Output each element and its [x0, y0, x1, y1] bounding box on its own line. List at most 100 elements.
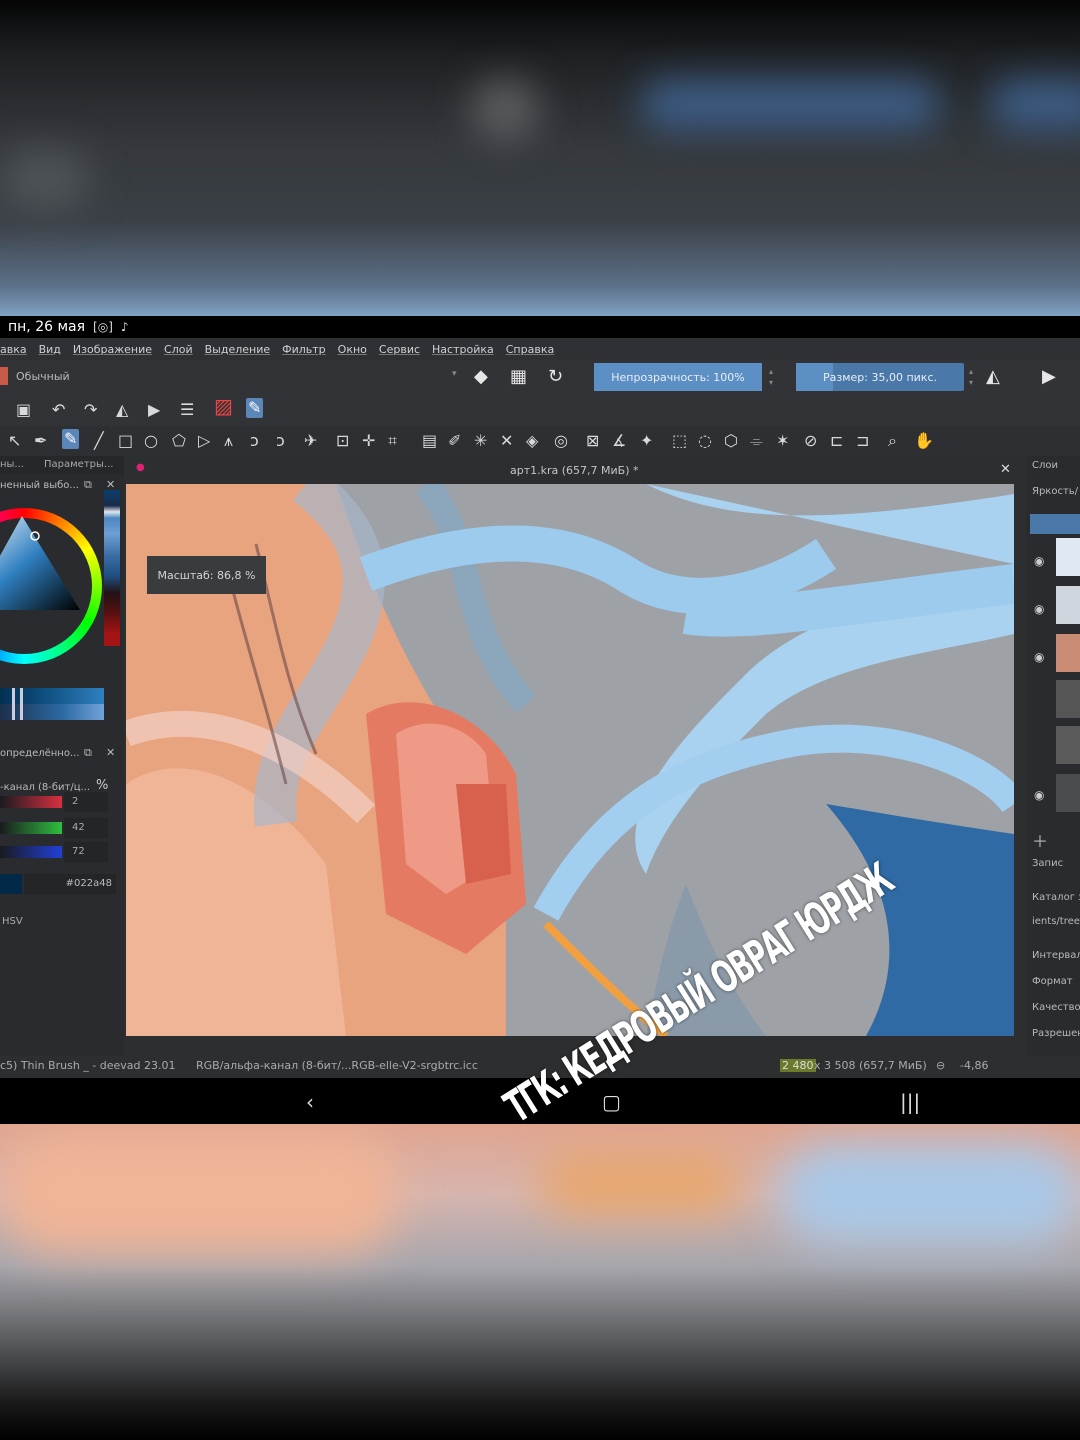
blend-mode-select[interactable]: Обычный: [16, 370, 70, 383]
color-history-strip[interactable]: [104, 490, 120, 646]
colorize-mask-icon[interactable]: ✕: [500, 433, 513, 449]
recents-icon[interactable]: |||: [900, 1090, 920, 1114]
pan-icon[interactable]: ✋: [914, 433, 934, 449]
alpha-lock-icon[interactable]: ▦: [510, 368, 527, 386]
line-icon[interactable]: ╱: [94, 433, 104, 449]
layer-thumbnail[interactable]: [1056, 538, 1080, 576]
freehand-select-icon[interactable]: ⌯: [750, 433, 763, 449]
opacity-slider[interactable]: Непрозрачность: 100%: [594, 363, 762, 391]
eye-icon[interactable]: ◉: [1034, 554, 1044, 568]
float-icon[interactable]: ⧉: [84, 478, 92, 492]
chevron-down-icon[interactable]: ▾: [452, 369, 457, 379]
layer-filter-button[interactable]: [1030, 514, 1080, 534]
back-icon[interactable]: ‹: [306, 1090, 314, 1114]
zoom-icon[interactable]: ⌕: [888, 433, 897, 449]
green-channel-slider[interactable]: [0, 822, 62, 834]
assistant-icon[interactable]: ⊠: [586, 433, 599, 449]
multibrush-icon[interactable]: ✈: [304, 433, 317, 449]
similar-select-icon[interactable]: ⊘: [804, 433, 817, 449]
menu-view[interactable]: Вид: [39, 343, 61, 356]
gradient-handle[interactable]: [20, 688, 23, 720]
eye-icon[interactable]: ◉: [1034, 602, 1044, 616]
reference-icon[interactable]: ✦: [640, 433, 653, 449]
gradient-handle[interactable]: [12, 688, 15, 720]
layer-thumbnail[interactable]: [1056, 680, 1080, 718]
rect-select-icon[interactable]: ⬚: [672, 433, 687, 449]
tab-tool-options[interactable]: Параметры...: [44, 459, 113, 470]
mirror-canvas-icon[interactable]: ◭: [116, 402, 128, 418]
home-icon[interactable]: ▢: [602, 1090, 621, 1114]
color-triangle[interactable]: [0, 514, 90, 614]
document-title[interactable]: арт1.kra (657,7 МиБ) *: [510, 464, 639, 477]
polyline-icon[interactable]: ▷: [198, 433, 210, 449]
magnetic-select-icon[interactable]: ⊐: [856, 433, 869, 449]
float-icon[interactable]: ⧉: [84, 746, 92, 760]
menu-settings[interactable]: Настройка: [432, 343, 494, 356]
red-channel-slider[interactable]: [0, 796, 62, 808]
eye-icon[interactable]: ◉: [1034, 650, 1044, 664]
ellipse-select-icon[interactable]: ◌: [698, 433, 712, 449]
menu-select[interactable]: Выделение: [205, 343, 271, 356]
mirror-vertical-canvas-icon[interactable]: ▶: [148, 402, 160, 418]
calligraphy-icon[interactable]: ✒: [34, 433, 47, 449]
close-document-icon[interactable]: ✕: [1000, 462, 1011, 477]
mirror-vertical-icon[interactable]: ▶: [1042, 368, 1056, 386]
menu-window[interactable]: Окно: [338, 343, 367, 356]
ellipse-icon[interactable]: ○: [144, 433, 158, 449]
brush-presets-icon[interactable]: ▨: [214, 396, 233, 416]
fill-icon[interactable]: ◈: [526, 433, 538, 449]
brush-editor-icon[interactable]: ✎: [246, 398, 264, 418]
menu-help[interactable]: Справка: [506, 343, 554, 356]
menu-filter[interactable]: Фильтр: [282, 343, 326, 356]
blue-channel-value[interactable]: 72: [64, 842, 108, 862]
polygon-select-icon[interactable]: ⬡: [724, 433, 738, 449]
color-picker-icon[interactable]: ✐: [448, 433, 461, 449]
transform-icon[interactable]: ⊡: [336, 433, 349, 449]
opacity-spin[interactable]: ▴ ▾: [766, 366, 776, 388]
layer-thumbnail[interactable]: [1056, 774, 1080, 812]
rotation-icon[interactable]: ⊖: [936, 1059, 945, 1072]
eye-icon[interactable]: ◉: [1034, 788, 1044, 802]
crop-icon[interactable]: ⌗: [388, 433, 397, 449]
layer-thumbnail[interactable]: [1056, 726, 1080, 764]
green-channel-value[interactable]: 42: [64, 818, 108, 838]
layer-thumbnail[interactable]: [1056, 634, 1080, 672]
dynamic-brush-icon[interactable]: ↄ: [276, 433, 285, 449]
size-slider[interactable]: Размер: 35,00 пикс.: [796, 363, 964, 391]
redo-icon[interactable]: ↷: [84, 402, 97, 418]
select-shapes-icon[interactable]: ↖: [8, 433, 21, 449]
smart-patch-icon[interactable]: ✳: [474, 433, 487, 449]
brush-preset-icon[interactable]: [0, 367, 8, 385]
blue-channel-slider[interactable]: [0, 846, 62, 858]
close-icon[interactable]: ✕: [106, 746, 115, 759]
rectangle-icon[interactable]: □: [118, 433, 133, 449]
menu-layer[interactable]: Слой: [164, 343, 193, 356]
layer-thumbnail[interactable]: [1056, 586, 1080, 624]
add-layer-icon[interactable]: ＋: [1032, 828, 1048, 852]
save-icon[interactable]: ▣: [16, 402, 31, 418]
wrap-icon[interactable]: ☰: [180, 402, 194, 418]
menu-image[interactable]: Изображение: [73, 343, 152, 356]
move-icon[interactable]: ✛: [362, 433, 375, 449]
menu-edit[interactable]: авка: [0, 343, 27, 356]
enclose-fill-icon[interactable]: ◎: [554, 433, 568, 449]
measure-icon[interactable]: ∡: [612, 433, 626, 449]
menu-tools[interactable]: Сервис: [379, 343, 420, 356]
contiguous-select-icon[interactable]: ✶: [776, 433, 789, 449]
eraser-icon[interactable]: ◆: [474, 368, 488, 386]
bezier-select-icon[interactable]: ⊏: [830, 433, 843, 449]
undo-icon[interactable]: ↶: [52, 402, 65, 418]
mirror-horizontal-icon[interactable]: ◭: [986, 368, 1000, 386]
bezier-icon[interactable]: ⩚: [224, 433, 233, 449]
tab-tools[interactable]: ны...: [0, 459, 24, 470]
gradient-icon[interactable]: ▤: [422, 433, 437, 449]
freehand-path-icon[interactable]: ↄ: [250, 433, 259, 449]
percent-toggle[interactable]: %: [96, 778, 108, 793]
hex-input[interactable]: #022a48: [24, 874, 116, 894]
polygon-icon[interactable]: ⬠: [172, 433, 186, 449]
catalog-path[interactable]: ients/tree: [1032, 916, 1080, 927]
color-gradient-bar-lower[interactable]: [0, 704, 104, 720]
red-channel-value[interactable]: 2: [64, 792, 108, 812]
reload-preset-icon[interactable]: ↻: [548, 368, 563, 386]
size-spin[interactable]: ▴ ▾: [966, 366, 976, 388]
